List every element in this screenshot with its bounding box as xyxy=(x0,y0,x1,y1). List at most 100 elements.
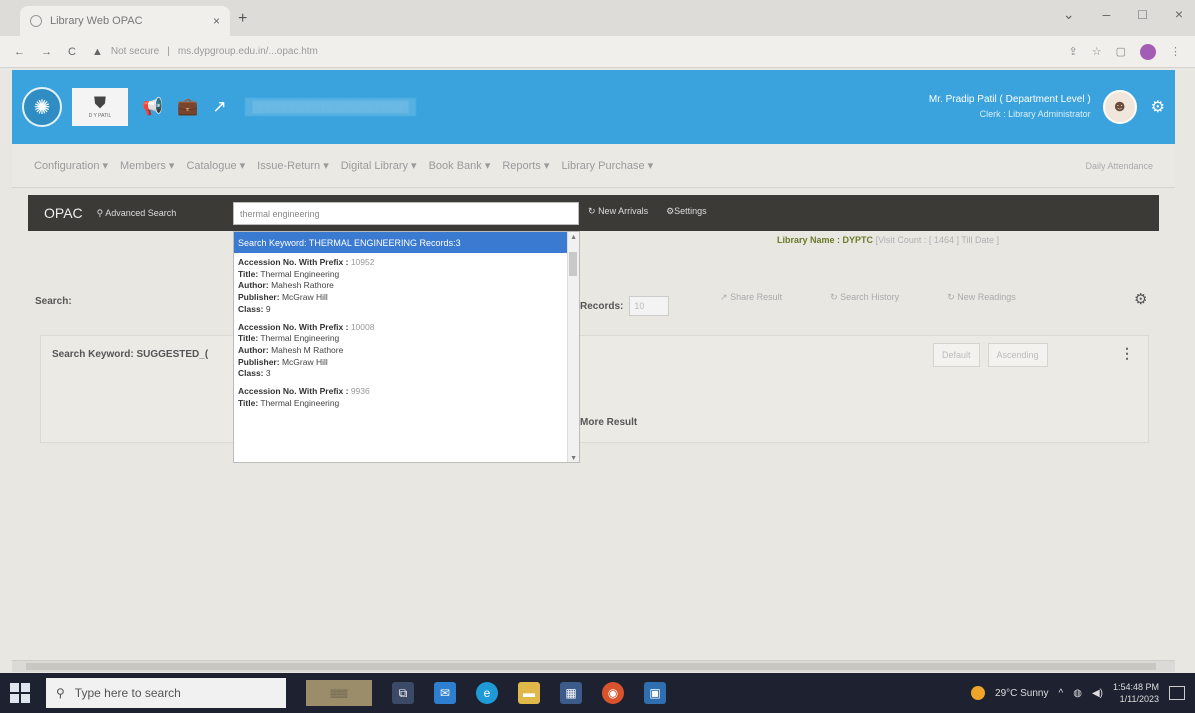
share-icon: ↗ xyxy=(720,292,728,302)
suggestion-item[interactable]: Accession No. With Prefix : 10952 Title:… xyxy=(238,257,575,316)
refresh-icon: ↻ xyxy=(588,206,596,216)
menu-members[interactable]: Members ▾ xyxy=(120,159,174,172)
store-icon[interactable]: ▦ xyxy=(560,682,582,704)
scroll-up-icon[interactable]: ▲ xyxy=(570,234,577,241)
redacted-banner: ▒▒▒▒▒▒▒▒▒▒▒▒▒▒▒▒▒▒▒▒ xyxy=(244,98,417,116)
opac-search-input[interactable]: thermal engineering xyxy=(233,202,579,225)
horizontal-scrollbar[interactable] xyxy=(12,660,1175,672)
megaphone-icon[interactable]: 📢 xyxy=(142,97,163,117)
new-readings-button[interactable]: ↻ New Readings xyxy=(947,292,1016,303)
records-control: Records: 10 xyxy=(580,296,670,316)
menu-book-bank[interactable]: Book Bank ▾ xyxy=(429,159,491,172)
user-info: Mr. Pradip Patil ( Department Level ) Cl… xyxy=(929,92,1091,122)
scrollbar-thumb[interactable] xyxy=(569,252,577,276)
menu-library-purchase[interactable]: Library Purchase ▾ xyxy=(561,159,653,172)
volume-icon[interactable]: ◀) xyxy=(1092,688,1103,699)
suggestion-item[interactable]: Accession No. With Prefix : 10008 Title:… xyxy=(238,322,575,381)
new-tab-button[interactable]: + xyxy=(238,10,247,28)
taskbar-search[interactable]: ⚲ Type here to search xyxy=(46,678,286,708)
opac-toolbar: OPAC ⚲ Advanced Search thermal engineeri… xyxy=(28,195,1159,231)
user-role: Clerk : Library Administrator xyxy=(979,109,1091,119)
user-avatar[interactable]: ☻ xyxy=(1102,90,1137,124)
browser-tab[interactable]: Library Web OPAC × xyxy=(20,6,230,36)
gear-icon: ⚙ xyxy=(666,206,675,216)
reload-icon[interactable]: C xyxy=(68,46,76,58)
tab-title: Library Web OPAC xyxy=(50,15,143,27)
url-field[interactable]: ▲ Not secure | ms.dypgroup.edu.in/...opa… xyxy=(92,41,972,63)
search-icon: ⚲ xyxy=(56,686,65,700)
opac-title: OPAC xyxy=(44,205,83,221)
url-warning: Not secure xyxy=(110,46,160,57)
windows-start-icon[interactable] xyxy=(10,683,30,703)
back-icon[interactable]: ← xyxy=(14,46,25,58)
opac-settings-button[interactable]: ⚙Settings xyxy=(666,206,707,217)
minimize-button[interactable]: – xyxy=(1103,6,1111,23)
search-suggestions-dropdown: Search Keyword: THERMAL ENGINEERING Reco… xyxy=(233,231,580,463)
external-link-icon[interactable]: ↗ xyxy=(212,97,226,117)
app-header: ✺ ⛊ D Y PATIL 📢 💼 ↗ ▒▒▒▒▒▒▒▒▒▒▒▒▒▒▒▒▒▒▒▒ … xyxy=(12,70,1175,144)
records-select[interactable]: 10 xyxy=(629,296,670,316)
photos-icon[interactable]: ▣ xyxy=(644,682,666,704)
dropdown-scrollbar[interactable]: ▲ ▼ xyxy=(567,232,579,462)
clock[interactable]: 1:54:48 PM 1/11/2023 xyxy=(1113,681,1159,705)
maximize-button[interactable]: □ xyxy=(1138,6,1146,23)
suggestion-header[interactable]: Search Keyword: THERMAL ENGINEERING Reco… xyxy=(234,232,567,253)
search-label: Search: xyxy=(35,296,72,307)
tab-search-icon[interactable]: ⌄ xyxy=(1063,6,1075,23)
results-settings-icon[interactable]: ⚙ xyxy=(1134,290,1147,308)
menu-issue-return[interactable]: Issue-Return ▾ xyxy=(257,159,329,172)
file-explorer-icon[interactable]: ▬ xyxy=(518,682,540,704)
star-icon[interactable]: ☆ xyxy=(1092,45,1102,58)
url-text: ms.dypgroup.edu.in/...opac.htm xyxy=(177,46,318,57)
sort-default-select[interactable]: Default xyxy=(933,343,980,367)
institution-logo: ✺ xyxy=(22,87,62,127)
warning-icon[interactable]: ▲ xyxy=(92,46,103,58)
suggestion-item[interactable]: Accession No. With Prefix : 9936 Title: … xyxy=(238,386,575,409)
tray-chevron-icon[interactable]: ^ xyxy=(1059,688,1064,699)
visit-count: [Visit Count : [ 1464 ] Till Date ] xyxy=(875,235,999,245)
share-icon[interactable]: ⇪ xyxy=(1069,45,1078,58)
browser-tab-strip: Library Web OPAC × + ⌄ – □ × xyxy=(0,0,1195,36)
main-menu: Configuration ▾ Members ▾ Catalogue ▾ Is… xyxy=(12,144,1175,188)
edge-icon[interactable]: e xyxy=(476,682,498,704)
profile-avatar[interactable] xyxy=(1140,43,1156,60)
menu-catalogue[interactable]: Catalogue ▾ xyxy=(186,159,245,172)
window-controls: ⌄ – □ × xyxy=(1063,6,1183,23)
address-bar: ← → C ▲ Not secure | ms.dypgroup.edu.in/… xyxy=(0,36,1195,68)
scrollbar-thumb[interactable] xyxy=(26,663,1156,670)
globe-icon xyxy=(30,15,42,27)
menu-reports[interactable]: Reports ▾ xyxy=(502,159,549,172)
close-window-button[interactable]: × xyxy=(1175,6,1183,23)
magnifier-icon: ⚲ xyxy=(96,207,104,218)
more-options-icon[interactable]: ⋮ xyxy=(1120,345,1134,362)
network-icon[interactable]: ◍ xyxy=(1073,688,1082,699)
daily-attendance-link[interactable]: Daily Attendance xyxy=(1085,161,1153,171)
share-result-button[interactable]: ↗ Share Result xyxy=(720,292,782,303)
new-arrivals-button[interactable]: ↻ New Arrivals xyxy=(588,206,648,217)
weather-text[interactable]: 29°C Sunny xyxy=(995,688,1048,699)
task-view-icon[interactable]: ⧉ xyxy=(392,682,414,704)
refresh-icon: ↻ xyxy=(947,292,955,302)
forward-icon[interactable]: → xyxy=(41,46,52,58)
search-history-button[interactable]: ↻ Search History xyxy=(830,292,899,303)
notification-icon[interactable] xyxy=(1169,686,1185,700)
browser-menu-icon[interactable]: ⋮ xyxy=(1170,45,1181,58)
menu-configuration[interactable]: Configuration ▾ xyxy=(34,159,108,172)
college-logo: ⛊ D Y PATIL xyxy=(72,88,128,126)
scroll-down-icon[interactable]: ▼ xyxy=(570,455,577,462)
briefcase-icon[interactable]: 💼 xyxy=(177,97,198,117)
close-tab-icon[interactable]: × xyxy=(213,14,220,28)
library-name: Library Name : DYPTC [Visit Count : [ 14… xyxy=(777,235,999,245)
menu-digital-library[interactable]: Digital Library ▾ xyxy=(341,159,417,172)
search-keyword-label: Search Keyword: SUGGESTED_( xyxy=(52,349,209,360)
settings-gear-icon[interactable]: ⚙ xyxy=(1151,97,1165,117)
mail-icon[interactable]: ✉ xyxy=(434,682,456,704)
weather-icon xyxy=(971,686,986,700)
sidepanel-icon[interactable]: ▢ xyxy=(1116,45,1126,58)
chrome-icon[interactable]: ◉ xyxy=(602,682,624,704)
advanced-search-button[interactable]: ⚲ Advanced Search xyxy=(97,208,177,219)
search-highlight-image[interactable]: ▒▒▒ xyxy=(306,680,372,706)
windows-taskbar: ⚲ Type here to search ▒▒▒ ⧉ ✉ e ▬ ▦ ◉ ▣ … xyxy=(0,673,1195,713)
sort-order-select[interactable]: Ascending xyxy=(987,343,1048,367)
more-result-link[interactable]: More Result xyxy=(580,417,637,428)
